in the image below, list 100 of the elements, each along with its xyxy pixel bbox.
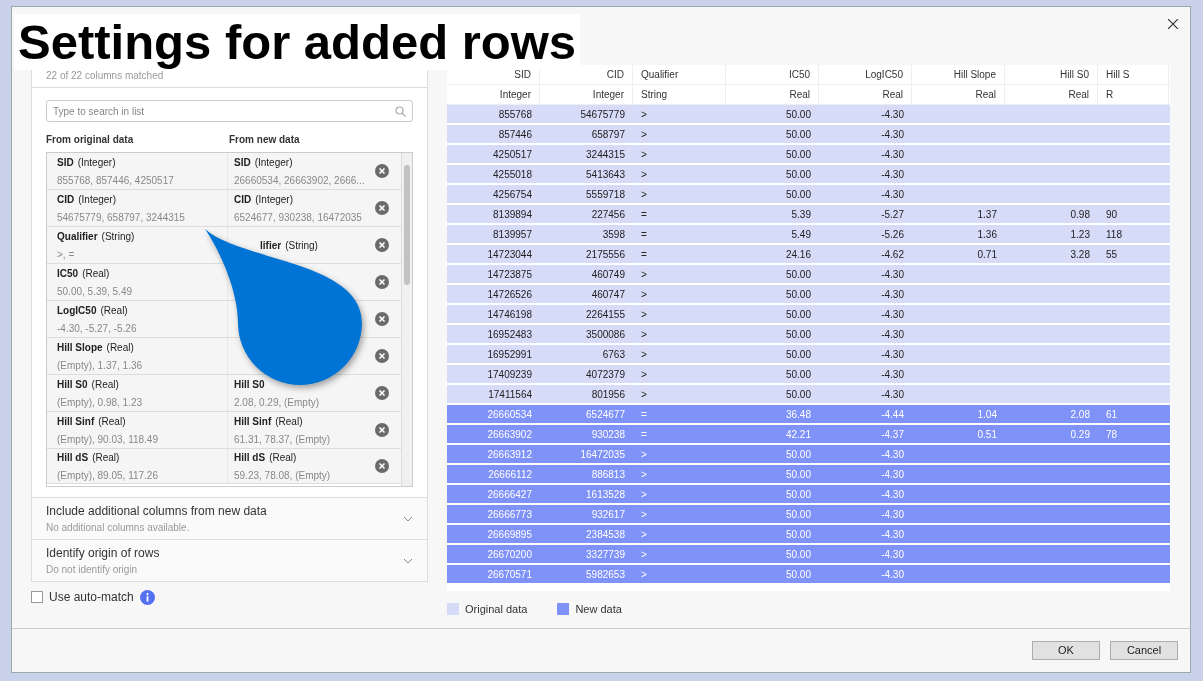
table-cell-text: 26669895 — [487, 527, 532, 542]
sample-values: (Empty), 0.98, 1.23 — [57, 395, 144, 410]
table-row[interactable]: 14723875 460749 > 50.00 -4.30 — [447, 265, 1170, 285]
remove-icon[interactable] — [375, 275, 389, 289]
table-cell-text: 61 — [1106, 407, 1118, 422]
column-name: Hill S0 — [234, 377, 265, 392]
remove-icon[interactable] — [375, 459, 389, 473]
table-cell-text: -4.30 — [881, 507, 904, 522]
remove-icon[interactable] — [375, 164, 389, 178]
remove-icon[interactable] — [375, 312, 389, 326]
table-cell-text: > — [641, 167, 647, 182]
column-name: Qualifier — [57, 229, 98, 244]
table-cell-text: 50.00 — [785, 347, 811, 362]
table-cell-text: -4.30 — [881, 187, 904, 202]
column-name: SID — [57, 155, 74, 170]
table-row[interactable]: 16952991 6763 > 50.00 -4.30 — [447, 345, 1170, 365]
table-row[interactable]: 855768 54675779 > 50.00 -4.30 — [447, 105, 1170, 125]
table-row[interactable]: 17411564 801956 > 50.00 -4.30 — [447, 385, 1170, 405]
remove-icon[interactable] — [375, 423, 389, 437]
table-cell-text: 17409239 — [487, 367, 532, 382]
mapping-row[interactable]: SID (Integer) 855768, 857446, 4250517 SID (Integer) 26660534, 26663902, 2666... — [47, 153, 401, 190]
table-row[interactable]: 17409239 4072379 > 50.00 -4.30 — [447, 365, 1170, 385]
dialog-button[interactable]: OK — [1032, 641, 1100, 660]
table-row[interactable]: 14726526 460747 > 50.00 -4.30 — [447, 285, 1170, 305]
table-cell-text: = — [641, 407, 647, 422]
table-cell-text: 50.00 — [785, 147, 811, 162]
table-row[interactable]: 8139894 227456 = 5.39 -5.27 1.37 0.98 90 — [447, 205, 1170, 225]
table-cell-text: -5.26 — [881, 227, 904, 242]
search-field[interactable]: Type to search in list — [46, 100, 413, 122]
info-icon[interactable] — [139, 589, 155, 605]
column-type: (Real) — [100, 303, 128, 318]
table-cell-text: 50.00 — [785, 267, 811, 282]
mapping-row[interactable]: Hill dS (Real) (Empty), 89.05, 117.26 Hill dS (Real) 59.23, 78.08, (Empty) — [47, 449, 401, 484]
sample-values: (Empty), 89.05, 117.26 — [57, 468, 159, 483]
column-type: (Integer) — [254, 155, 293, 170]
table-cell-text: 50.00 — [785, 387, 811, 402]
table-cell-text: 2.08 — [1070, 407, 1090, 422]
table-cell-text: 2264155 — [586, 307, 625, 322]
table-row[interactable]: 4255018 5413643 > 50.00 -4.30 — [447, 165, 1170, 185]
remove-icon[interactable] — [375, 201, 389, 215]
auto-match-checkbox[interactable] — [31, 591, 43, 603]
column-type: Real — [819, 85, 912, 104]
table-cell-text: -4.30 — [881, 327, 904, 342]
table-row[interactable]: 14746198 2264155 > 50.00 -4.30 — [447, 305, 1170, 325]
section-header[interactable]: Include additional columns from new data No additional columns available. — [32, 497, 427, 539]
table-row[interactable]: 14723044 2175556 = 24.16 -4.62 0.71 3.28 55 — [447, 245, 1170, 265]
close-icon[interactable] — [1168, 19, 1178, 29]
table-cell-text: 3.28 — [1070, 247, 1090, 262]
column-name: CID — [234, 192, 252, 207]
table-cell-text: 50.00 — [785, 507, 811, 522]
remove-icon[interactable] — [375, 349, 389, 363]
column-type: (Real) — [98, 414, 126, 429]
table-cell-text: 227456 — [591, 207, 625, 222]
table-cell-text: -4.30 — [881, 267, 904, 282]
table-cell-text: 4072379 — [586, 367, 625, 382]
table-cell-text: 16952483 — [487, 327, 532, 342]
table-row[interactable]: 857446 658797 > 50.00 -4.30 — [447, 125, 1170, 145]
sample-values: (Empty), 1.37, 1.36 — [57, 358, 144, 373]
column-heading: From original data — [46, 133, 135, 147]
table-cell-text: 3327739 — [586, 547, 625, 562]
table-cell-text: 14723044 — [487, 247, 532, 262]
table-cell-text: 36.48 — [785, 407, 811, 422]
section-header[interactable]: Identify origin of rows Do not identify origin — [32, 539, 427, 581]
mapping-row[interactable]: Hill Sinf (Real) (Empty), 90.03, 118.49 Hill Sinf (Real) 61.31, 78.37, (Empty) — [47, 412, 401, 449]
checkbox-label: Use auto-match — [49, 589, 134, 606]
column-name: Hill Sinf — [57, 414, 95, 429]
remove-icon[interactable] — [375, 386, 389, 400]
mapping-row[interactable]: Hill S0 (Real) (Empty), 0.98, 1.23 Hill S0 2.08, 0.29, (Empty) — [47, 375, 401, 412]
table-cell-text: 17411564 — [488, 387, 532, 402]
table-cell-text: -4.30 — [881, 127, 904, 142]
match-summary: 22 of 22 columns matched — [46, 70, 164, 83]
table-cell-text: -4.30 — [881, 367, 904, 382]
table-cell-text: 16952991 — [487, 347, 532, 362]
column-header: LogIC50 — [819, 65, 912, 84]
chevron-icon — [403, 515, 413, 522]
table-cell-text: > — [641, 347, 647, 362]
scrollbar[interactable] — [401, 153, 412, 486]
mapping-row[interactable]: Qualifier (String) >, = lifier (String) — [47, 227, 401, 264]
table-row[interactable]: 4250517 3244315 > 50.00 -4.30 — [447, 145, 1170, 165]
table-row[interactable]: 8139957 3598 = 5.49 -5.26 1.36 1.23 118 — [447, 225, 1170, 245]
table-cell-text: = — [641, 427, 647, 442]
table-row[interactable]: 4256754 5559718 > 50.00 -4.30 — [447, 185, 1170, 205]
table-row[interactable]: 16952483 3500086 > 50.00 -4.30 — [447, 325, 1170, 345]
table-cell-text: -4.62 — [881, 247, 904, 262]
dialog-button[interactable]: Cancel — [1110, 641, 1178, 660]
table-cell-text: > — [641, 127, 647, 142]
table-cell-text: -4.30 — [881, 487, 904, 502]
table-cell-text: 26663902 — [487, 427, 532, 442]
table-cell-text: 50.00 — [785, 167, 811, 182]
table-cell-text: = — [641, 207, 647, 222]
table-cell-text: > — [641, 367, 647, 382]
mapping-row[interactable]: CID (Integer) 54675779, 658797, 3244315 CID (Integer) 6524677, 930238, 16472035 — [47, 190, 401, 227]
remove-icon[interactable] — [375, 238, 389, 252]
column-name: Hill dS — [57, 450, 89, 465]
table-cell-text: 50.00 — [785, 107, 811, 122]
table-cell-text: 2175556 — [586, 247, 625, 262]
table-cell-text: 8139894 — [493, 207, 532, 222]
search-input[interactable]: Type to search in list — [53, 103, 395, 119]
search-icon — [395, 105, 406, 117]
table-cell-text: > — [641, 387, 647, 402]
